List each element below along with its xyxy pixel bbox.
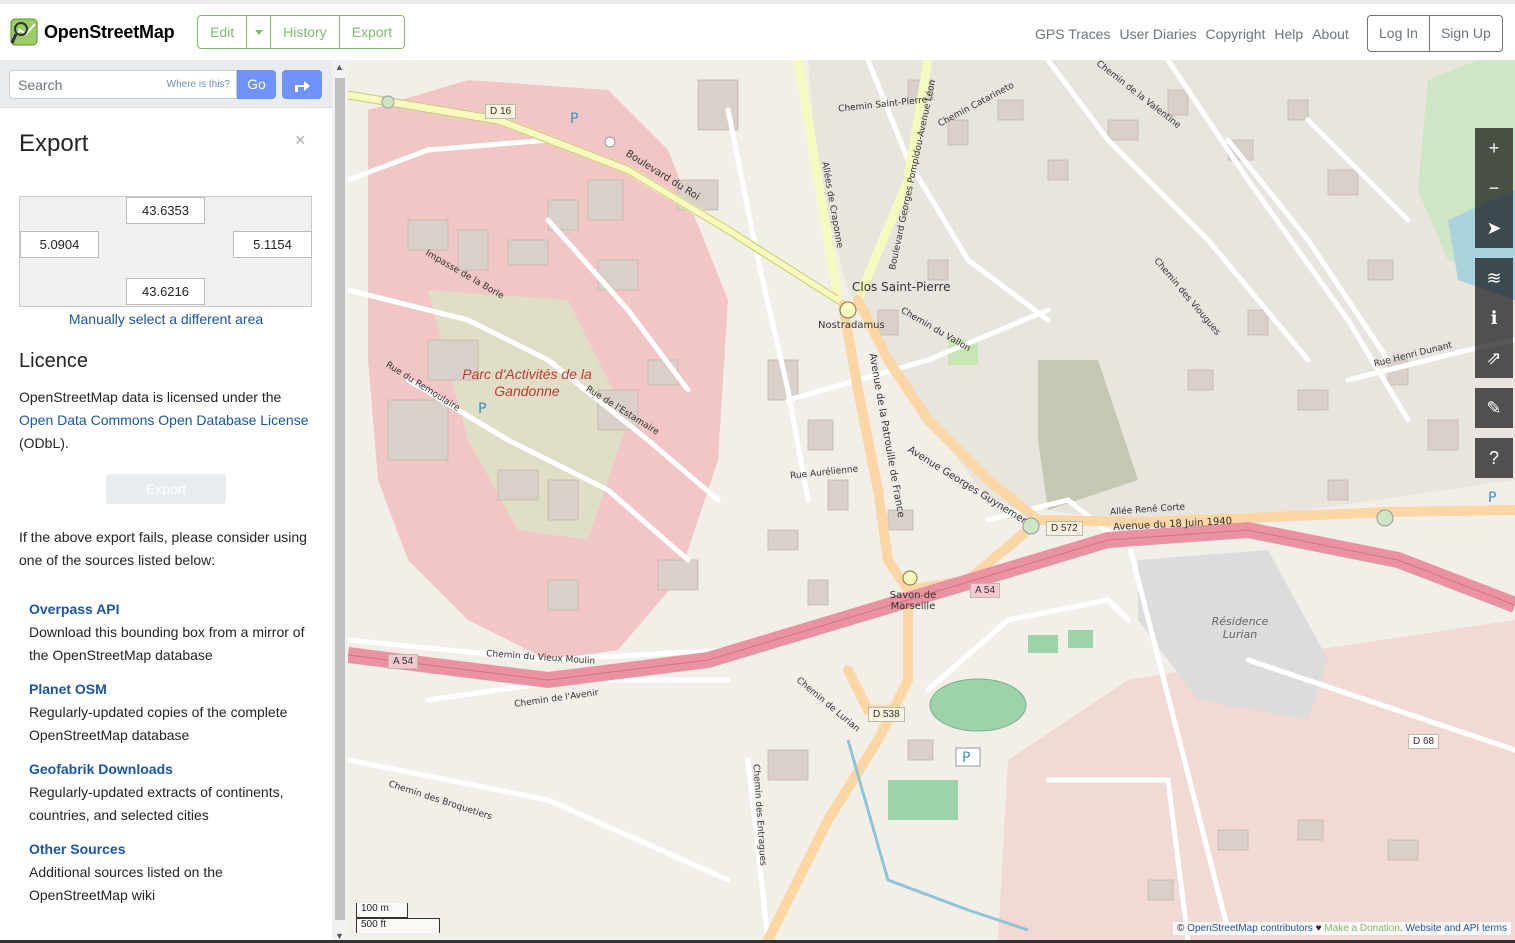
scrollbar-thumb[interactable] — [335, 78, 345, 920]
directions-button[interactable] — [282, 70, 322, 99]
map-label-nostradamus: Nostradamus — [818, 320, 885, 331]
map-tiles: P P P P — [348, 60, 1515, 940]
max-lon-input[interactable] — [233, 231, 312, 258]
contributors-link[interactable]: OpenStreetMap contributors — [1187, 923, 1313, 934]
fail-text: If the above export fails, please consid… — [19, 529, 307, 568]
shield-d538: D 538 — [868, 707, 905, 722]
manual-select-link[interactable]: Manually select a different area — [0, 311, 332, 327]
sidebar: Search Where is this? Go Export × Manual… — [0, 60, 348, 943]
login-button[interactable]: Log In — [1368, 16, 1430, 51]
map-label-clos: Clos Saint-Pierre — [852, 280, 951, 294]
odbl-link[interactable]: Open Data Commons Open Database License — [19, 412, 309, 428]
edit-dropdown-caret-icon[interactable] — [247, 16, 272, 48]
source-other: Other Sources Additional sources listed … — [29, 838, 319, 907]
history-button[interactable]: History — [271, 16, 340, 48]
query-features-icon[interactable]: ? — [1475, 438, 1513, 478]
close-icon[interactable]: × — [295, 130, 306, 151]
source-link[interactable]: Geofabrik Downloads — [29, 758, 319, 781]
map-label-residence: Résidence Lurian — [1211, 615, 1269, 641]
source-overpass: Overpass API Download this bounding box … — [29, 598, 319, 667]
donate-link[interactable]: Make a Donation — [1324, 923, 1400, 934]
add-note-icon[interactable]: ✎ — [1475, 388, 1513, 428]
source-desc: Regularly-updated extracts of continents… — [29, 784, 284, 823]
sidebar-scrollbar[interactable]: ▲ ▼ — [332, 60, 348, 943]
osm-logo[interactable]: OpenStreetMap — [10, 18, 175, 46]
layers-icon[interactable]: ≋ — [1475, 258, 1513, 298]
export-title: Export — [19, 130, 89, 157]
edit-button-group: Edit History Export — [197, 15, 406, 49]
source-desc: Regularly-updated copies of the complete… — [29, 704, 288, 743]
licence-intro: OpenStreetMap data is licensed under the — [19, 389, 282, 405]
shield-d16: D 16 — [485, 104, 517, 119]
licence-text: OpenStreetMap data is licensed under the… — [19, 386, 319, 455]
min-lat-input[interactable] — [126, 278, 205, 305]
source-desc: Download this bounding box from a mirror… — [29, 624, 305, 663]
max-lat-input[interactable] — [126, 197, 205, 224]
source-desc: Additional sources listed on the OpenStr… — [29, 864, 223, 903]
min-lon-input[interactable] — [20, 231, 99, 258]
search-input[interactable]: Search Where is this? — [9, 70, 237, 99]
locate-icon[interactable]: ➤ — [1475, 208, 1513, 248]
share-icon[interactable]: ⇗ — [1475, 338, 1513, 378]
search-bar: Search Where is this? Go — [0, 60, 332, 108]
nav-copyright[interactable]: Copyright — [1205, 26, 1265, 42]
svg-text:P: P — [962, 750, 970, 766]
top-nav: GPS Traces User Diaries Copyright Help A… — [1035, 26, 1358, 42]
export-button[interactable]: Export — [340, 16, 404, 48]
svg-text:P: P — [570, 111, 578, 127]
nav-about[interactable]: About — [1312, 26, 1349, 42]
svg-text:P: P — [478, 401, 486, 417]
shield-d68: D 68 — [1408, 734, 1440, 749]
licence-suffix: (ODbL). — [19, 435, 69, 451]
signup-button[interactable]: Sign Up — [1430, 16, 1502, 51]
map-scale: 100 m 500 ft — [356, 903, 440, 933]
brand-name: OpenStreetMap — [44, 21, 175, 42]
nav-gps-traces[interactable]: GPS Traces — [1035, 26, 1110, 42]
top-header: OpenStreetMap Edit History Export GPS Tr… — [0, 0, 1515, 60]
map-label-park: Parc d'Activités de la Gandonne — [462, 366, 592, 399]
source-link[interactable]: Planet OSM — [29, 678, 319, 701]
attribution-heart: ♥ — [1312, 923, 1325, 934]
edit-button[interactable]: Edit — [198, 16, 248, 48]
nav-user-diaries[interactable]: User Diaries — [1119, 26, 1196, 42]
source-geofabrik: Geofabrik Downloads Regularly-updated ex… — [29, 758, 319, 827]
source-link[interactable]: Overpass API — [29, 598, 319, 621]
legend-icon[interactable]: ℹ — [1475, 298, 1513, 338]
bounding-box-form — [19, 196, 312, 307]
osm-logo-icon — [10, 18, 38, 46]
attribution-copyright: © — [1177, 923, 1188, 934]
search-placeholder: Search — [18, 77, 63, 93]
svg-text:P: P — [1488, 490, 1496, 506]
shield-a54-left: A 54 — [388, 654, 419, 669]
go-button[interactable]: Go — [237, 70, 276, 99]
terms-link[interactable]: . Website and API terms — [1400, 923, 1507, 934]
auth-buttons: Log In Sign Up — [1367, 15, 1503, 52]
export-submit-button[interactable]: Export — [106, 474, 226, 504]
shield-a54-right: A 54 — [970, 583, 1001, 598]
source-link[interactable]: Other Sources — [29, 838, 319, 861]
map-controls: + − ➤ ≋ ℹ ⇗ ✎ ? — [1475, 128, 1515, 478]
licence-heading: Licence — [19, 350, 88, 372]
scroll-up-icon[interactable]: ▲ — [335, 62, 344, 72]
zoom-in-icon[interactable]: + — [1475, 128, 1513, 168]
scale-metric: 100 m — [356, 903, 408, 918]
nav-help[interactable]: Help — [1274, 26, 1303, 42]
directions-icon — [295, 80, 310, 92]
shield-d572: D 572 — [1046, 521, 1083, 536]
where-is-this-link[interactable]: Where is this? — [167, 79, 230, 90]
zoom-out-icon[interactable]: − — [1475, 168, 1513, 208]
source-planet: Planet OSM Regularly-updated copies of t… — [29, 678, 319, 747]
map-label-savon: Savon de Marseille — [889, 590, 937, 612]
map-attribution: © OpenStreetMap contributors ♥ Make a Do… — [1173, 922, 1511, 935]
map-canvas[interactable]: P P P P Parc d'Activités de la Gandonne … — [348, 60, 1515, 940]
scale-imperial: 500 ft — [356, 918, 440, 933]
